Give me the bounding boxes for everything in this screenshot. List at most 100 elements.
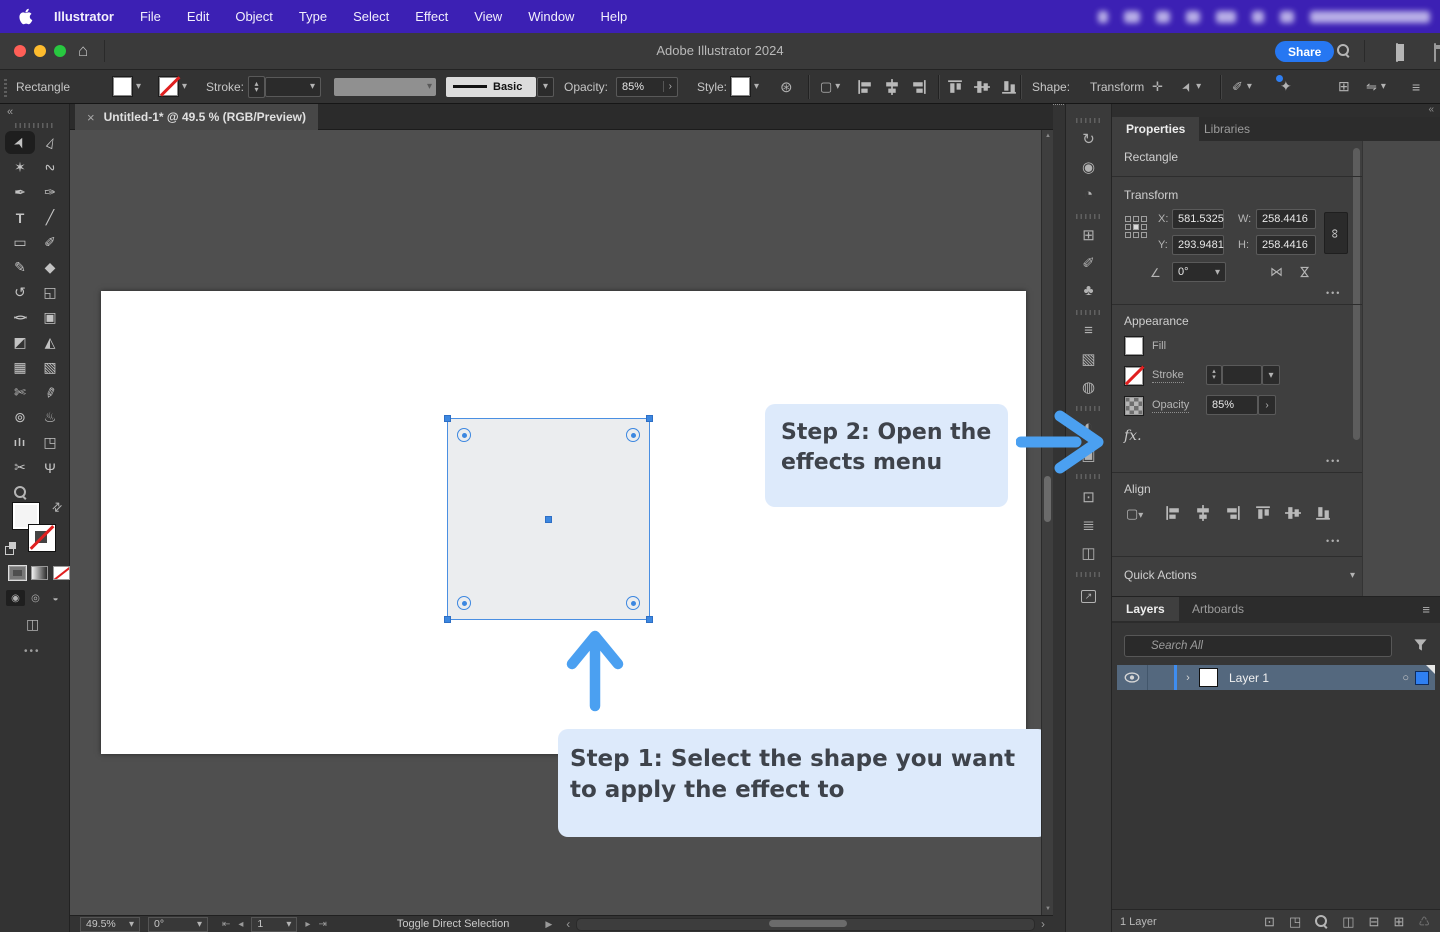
corner-radius-widget-br[interactable] [626, 596, 640, 610]
controlbar-grip[interactable] [4, 70, 7, 103]
gradient-panel-icon[interactable]: ▧ [1066, 350, 1111, 368]
appearance-opacity-label[interactable]: Opacity [1152, 399, 1189, 413]
color-button[interactable] [9, 566, 26, 580]
appearance-stroke-swatch[interactable] [1124, 366, 1144, 386]
slice-tool[interactable]: ✂ [8, 459, 32, 476]
stroke-weight-label[interactable]: Stroke: [206, 70, 244, 105]
corner-radius-widget-tl[interactable] [457, 428, 471, 442]
stroke-weight-stepper[interactable]: ▴▾ [1206, 365, 1222, 385]
arrange-icon[interactable]: ⇋▾ [1366, 70, 1386, 103]
flip-vertical-icon[interactable]: ⋈ [1297, 266, 1313, 279]
rotation-field[interactable]: 0°▾ [148, 917, 208, 932]
lasso-tool[interactable]: ∿ [38, 159, 62, 176]
appearance-opacity-swatch[interactable] [1124, 396, 1144, 416]
panel-group-grip[interactable] [1076, 310, 1103, 315]
vertical-scroll-thumb[interactable] [1044, 476, 1051, 522]
menu-window[interactable]: Window [515, 9, 587, 24]
locate-object-icon[interactable] [1315, 915, 1328, 928]
style-label[interactable]: Style: [697, 70, 727, 105]
fill-swatch[interactable] [112, 70, 133, 103]
free-transform-tool[interactable]: ▣ [38, 309, 62, 326]
selection-handle-br[interactable] [646, 616, 653, 623]
selection-handle-tr[interactable] [646, 415, 653, 422]
column-graph-tool[interactable]: ılı [8, 434, 32, 451]
properties-scroll-thumb[interactable] [1353, 148, 1360, 440]
layer-expand-icon[interactable]: › [1177, 672, 1199, 684]
hscroll-left-icon[interactable]: ‹ [566, 917, 570, 931]
hscroll-right-icon[interactable]: › [1041, 917, 1045, 931]
draw-behind-icon[interactable]: ◎ [26, 590, 45, 606]
layer-visibility-toggle[interactable] [1117, 672, 1147, 683]
toolbar-grip[interactable] [15, 123, 53, 128]
magic-wand-tool[interactable]: ✶ [8, 159, 32, 176]
style-swatch[interactable] [730, 70, 751, 103]
menu-file[interactable]: File [127, 9, 174, 24]
more-tools-icon[interactable]: ••• [24, 646, 41, 657]
workspace-switcher-icon[interactable] [1396, 43, 1398, 62]
panel-group-grip[interactable] [1076, 118, 1103, 123]
align-right-icon[interactable] [1224, 504, 1242, 527]
create-new-sublayer-icon[interactable]: ⊟ [1369, 914, 1380, 930]
center-point-handle[interactable] [545, 516, 552, 523]
panel-group-grip[interactable] [1076, 474, 1103, 479]
brush-chevron-box[interactable]: ▾ [537, 70, 554, 103]
share-button[interactable]: Share [1275, 41, 1334, 62]
layer-thumbnail[interactable] [1199, 668, 1218, 687]
align-panel-icon[interactable]: ≣ [1066, 516, 1111, 534]
stroke-weight-stepper[interactable]: ▴▾ [248, 70, 265, 103]
collapse-toolbar-icon[interactable]: « [7, 106, 13, 118]
close-tab-icon[interactable]: × [87, 110, 95, 125]
align-top-icon[interactable] [946, 70, 964, 103]
pathfinder-grid-icon[interactable]: ⊞ [1338, 70, 1350, 103]
previous-artboard-icon[interactable]: ◂ [238, 919, 243, 930]
zoom-tool[interactable] [8, 484, 32, 501]
corner-radius-widget-tr[interactable] [626, 428, 640, 442]
align-more-options-icon[interactable]: ••• [1326, 536, 1341, 546]
brush-definition-dropdown[interactable]: Basic [446, 70, 536, 103]
gradient-tool[interactable]: ▧ [38, 359, 62, 376]
layer-row[interactable]: › Layer 1 ○ [1117, 665, 1435, 690]
stroke-weight-value-field[interactable] [1222, 365, 1262, 385]
style-pen-icon[interactable]: ✐▾ [1232, 70, 1252, 103]
line-segment-tool[interactable]: ╱ [38, 209, 62, 226]
knife-tool[interactable]: ✄ [8, 384, 32, 401]
align-bottom-icon[interactable] [1000, 70, 1018, 103]
selection-handle-bl[interactable] [444, 616, 451, 623]
opacity-value-field[interactable]: 85% [1206, 395, 1258, 415]
align-left-icon[interactable] [1164, 504, 1182, 527]
tab-artboards[interactable]: Artboards [1178, 597, 1258, 621]
next-artboard-icon[interactable]: ▸ [305, 919, 310, 930]
x-value-field[interactable]: 581.5325 [1172, 209, 1224, 229]
y-value-field[interactable]: 293.9481 [1172, 235, 1224, 255]
reference-point-grid[interactable] [1125, 216, 1147, 238]
width-tool[interactable]: ≬ [8, 309, 32, 326]
menu-edit[interactable]: Edit [174, 9, 222, 24]
graphic-styles-panel-icon[interactable]: ▣ [1066, 446, 1111, 464]
shaper-tool[interactable]: ✎ [8, 259, 32, 276]
rectangle-tool[interactable]: ▭ [8, 234, 32, 251]
swap-fill-stroke-icon[interactable]: ⇄ [49, 498, 66, 515]
stroke-swatch[interactable] [158, 70, 179, 103]
screen-mode-icon[interactable]: ◫ [26, 616, 39, 633]
last-artboard-icon[interactable]: ⇥ [318, 919, 326, 930]
paintbrush-tool[interactable]: ✐ [38, 234, 62, 251]
menu-object[interactable]: Object [222, 9, 286, 24]
stroke-panel-icon[interactable]: ≡ [1066, 322, 1111, 339]
w-value-field[interactable]: 258.4416 [1256, 209, 1316, 229]
draw-inside-icon[interactable]: ◒ [46, 590, 65, 606]
zoom-level-field[interactable]: 49.5%▾ [80, 917, 140, 932]
curvature-tool[interactable]: ✑ [38, 184, 62, 201]
constrain-proportions-icon[interactable]: ∞ [1324, 212, 1348, 254]
pathfinder-panel-icon[interactable]: ◫ [1066, 544, 1111, 562]
mesh-tool[interactable]: ▦ [8, 359, 32, 376]
selection-handle-tl[interactable] [444, 415, 451, 422]
align-hcenter-icon[interactable] [883, 70, 901, 103]
search-icon[interactable] [1337, 44, 1350, 57]
menu-illustrator[interactable]: Illustrator [41, 9, 127, 24]
align-vcenter-icon[interactable] [973, 70, 991, 103]
fill-chevron-icon[interactable]: ▾ [136, 70, 141, 103]
collapse-panel-icon[interactable]: « [1428, 104, 1434, 115]
options-list-icon[interactable]: ≡ [1412, 70, 1420, 103]
opacity-label[interactable]: Opacity: [564, 70, 608, 105]
selected-rectangle[interactable] [447, 418, 650, 620]
